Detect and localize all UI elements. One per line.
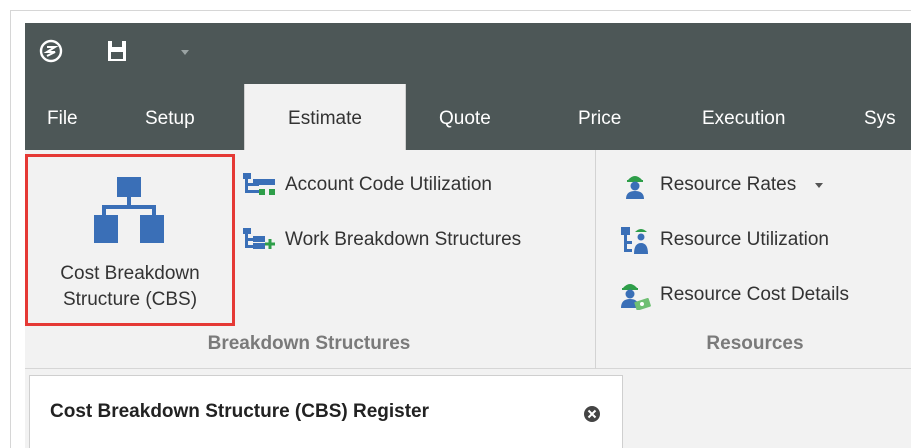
chevron-down-icon[interactable] (178, 46, 192, 58)
resource-utilization-icon (618, 226, 652, 254)
cbs-label-line-1: Cost Breakdown (60, 263, 200, 284)
chevron-down-icon[interactable] (814, 181, 824, 189)
resources-group-label: Resources (706, 333, 804, 354)
cbs-register-tab[interactable]: Cost Breakdown Structure (CBS) Register (29, 375, 623, 448)
resource-utilization-label: Resource Utilization (660, 229, 829, 250)
cbs-register-tab-label: Cost Breakdown Structure (CBS) Register (50, 401, 430, 422)
resource-rates-button[interactable]: Resource Rates (618, 168, 824, 202)
hierarchy-icon (94, 177, 164, 243)
app-window: File Setup Estimate Quote Price Executio… (0, 0, 911, 448)
app-logo-icon[interactable] (39, 39, 63, 63)
tab-price[interactable]: Price (578, 84, 621, 150)
tab-quote[interactable]: Quote (439, 84, 491, 150)
resource-cost-details-button[interactable]: Resource Cost Details (618, 278, 849, 312)
document-tab-bar: Cost Breakdown Structure (CBS) Register (25, 369, 911, 448)
account-code-utilization-label: Account Code Utilization (285, 174, 492, 195)
quick-access-toolbar (25, 23, 911, 84)
resource-rates-label: Resource Rates (660, 174, 797, 195)
account-code-utilization-button[interactable]: Account Code Utilization (243, 168, 492, 202)
ribbon-panel: Cost Breakdown Structure (CBS) Account C… (25, 150, 911, 369)
cbs-button-label: Cost Breakdown Structure (CBS) (28, 261, 232, 313)
cost-breakdown-structure-button[interactable]: Cost Breakdown Structure (CBS) (25, 154, 235, 326)
breakdown-structures-group-label: Breakdown Structures (207, 333, 411, 354)
tab-file[interactable]: File (47, 84, 78, 150)
tab-system[interactable]: Sys (864, 84, 896, 150)
tab-estimate[interactable]: Estimate (244, 84, 406, 150)
ribbon-tab-bar: File Setup Estimate Quote Price Executio… (25, 84, 911, 150)
ribbon-group-divider (595, 150, 596, 369)
worker-money-icon (618, 281, 652, 310)
resource-cost-details-label: Resource Cost Details (660, 284, 850, 305)
work-breakdown-structures-label: Work Breakdown Structures (285, 229, 522, 250)
worker-icon (618, 171, 652, 199)
work-breakdown-structures-button[interactable]: Work Breakdown Structures (243, 223, 521, 257)
tab-execution[interactable]: Execution (702, 84, 785, 150)
cbs-label-line-2: Structure (CBS) (62, 289, 198, 310)
account-code-icon (243, 171, 277, 199)
close-icon[interactable] (582, 404, 602, 424)
resource-utilization-button[interactable]: Resource Utilization (618, 223, 829, 257)
save-icon[interactable] (107, 40, 127, 62)
wbs-icon (243, 226, 277, 254)
tab-setup[interactable]: Setup (145, 84, 195, 150)
